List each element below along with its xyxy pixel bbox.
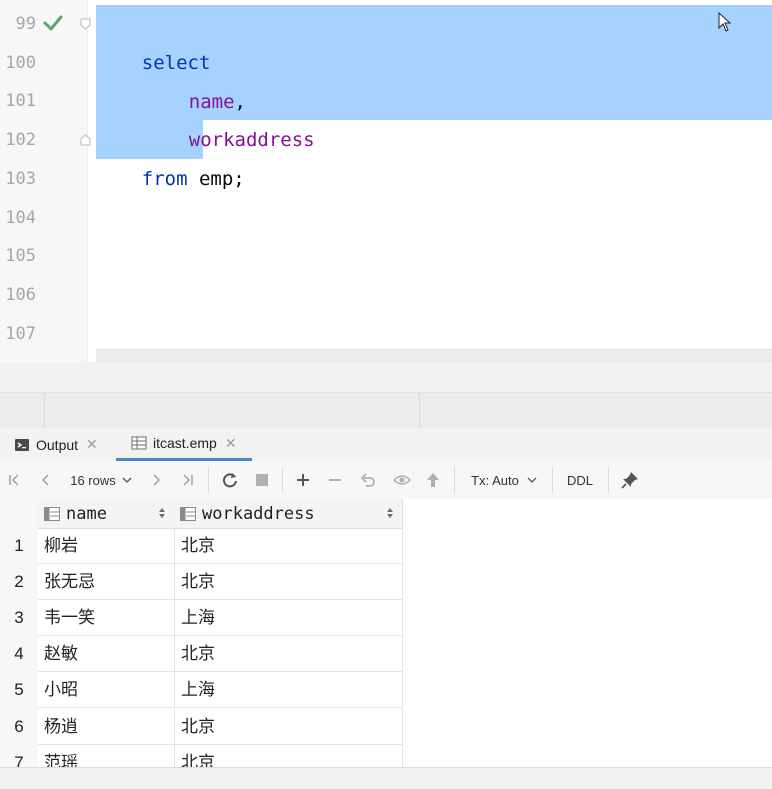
next-page-icon[interactable]	[146, 461, 166, 499]
submit-icon[interactable]	[422, 461, 444, 499]
cell-name[interactable]: 赵敏	[38, 636, 175, 672]
cell-name[interactable]: 杨逍	[38, 709, 175, 745]
delete-row-icon[interactable]	[324, 461, 346, 499]
close-icon[interactable]: ✕	[225, 435, 237, 452]
strip-cell	[44, 393, 420, 429]
result-tabbar: Output ✕ itcast.emp ✕	[0, 428, 772, 462]
column-label: name	[66, 503, 107, 524]
cell-workaddress[interactable]: 上海	[175, 672, 403, 708]
chevron-down-icon	[527, 477, 537, 483]
chevron-down-icon	[122, 477, 132, 483]
sort-icon[interactable]	[158, 507, 166, 519]
fold-start-icon[interactable]	[80, 18, 91, 30]
row-number: 1	[14, 536, 24, 555]
ddl-label: DDL	[566, 472, 593, 488]
line-number: 103	[5, 169, 36, 189]
panel-splitter[interactable]	[0, 362, 772, 429]
row-number: 2	[14, 572, 24, 591]
column-icon	[44, 506, 60, 521]
check-icon[interactable]	[42, 12, 64, 34]
stop-icon[interactable]	[250, 461, 274, 499]
keyword-from: from	[141, 168, 188, 190]
mouse-cursor-icon	[718, 12, 732, 32]
cell-workaddress[interactable]: 北京	[175, 709, 403, 745]
line-number: 99	[15, 14, 36, 34]
tab-itcast-emp[interactable]: itcast.emp ✕	[116, 428, 252, 461]
code-line: from emp;	[96, 122, 245, 190]
cell-name[interactable]: 张无忌	[38, 564, 175, 600]
tab-label: Output	[36, 436, 79, 453]
pin-icon[interactable]	[618, 461, 642, 499]
cell-name[interactable]: 小昭	[38, 672, 175, 708]
line-number: 105	[5, 246, 36, 266]
refresh-icon[interactable]	[218, 461, 242, 499]
sql-editor[interactable]: 99 100 101 102 103 104 105 106 107 selec…	[0, 0, 772, 362]
column-header-workaddress[interactable]: workaddress	[174, 499, 403, 529]
cell-workaddress[interactable]: 上海	[175, 600, 403, 636]
line-number: 106	[5, 285, 36, 305]
row-number: 4	[14, 644, 24, 663]
table-ref: emp;	[187, 168, 245, 190]
column-icon	[180, 506, 196, 521]
services-strip	[0, 392, 772, 429]
row-number: 5	[14, 680, 24, 699]
line-gutter: 99 100 101 102 103 104 105 106 107	[0, 0, 91, 362]
console-icon	[15, 438, 29, 451]
add-row-icon[interactable]	[292, 461, 314, 499]
sort-icon[interactable]	[386, 507, 394, 519]
column-label: workaddress	[202, 503, 315, 524]
row-number: 6	[14, 717, 24, 736]
revert-icon[interactable]	[356, 461, 380, 499]
column-header-name[interactable]: name	[38, 499, 175, 529]
tx-label: Tx: Auto	[471, 472, 519, 488]
tab-label: itcast.emp	[153, 435, 217, 451]
row-number: 3	[14, 608, 24, 627]
line-number: 104	[5, 208, 36, 228]
cell-name[interactable]: 范瑶	[38, 745, 175, 767]
line-number: 102	[5, 130, 36, 150]
rows-label: 16 rows	[70, 472, 116, 488]
cell-workaddress[interactable]: 北京	[175, 745, 403, 767]
line-number: 100	[5, 53, 36, 73]
prev-page-icon[interactable]	[36, 461, 56, 499]
line-number: 107	[5, 324, 36, 344]
result-toolbar: 16 rows Tx: Auto DDL	[0, 461, 772, 500]
rows-dropdown[interactable]: 16 rows	[62, 461, 140, 499]
toolbar-separator	[208, 467, 209, 493]
cell-workaddress[interactable]: 北京	[175, 528, 403, 564]
table-icon	[131, 436, 147, 450]
code-line: name,	[143, 45, 246, 113]
tx-mode-dropdown[interactable]: Tx: Auto	[462, 461, 546, 499]
toolbar-separator	[552, 467, 553, 493]
ddl-button[interactable]: DDL	[560, 461, 600, 499]
cell-name[interactable]: 韦一笑	[38, 600, 175, 636]
tab-output[interactable]: Output ✕	[14, 428, 98, 461]
cell-workaddress[interactable]: 北京	[175, 636, 403, 672]
horizontal-scrollbar[interactable]	[96, 349, 772, 362]
cell-workaddress[interactable]: 北京	[175, 564, 403, 600]
close-icon[interactable]: ✕	[86, 436, 98, 453]
code-line: select	[96, 6, 211, 74]
code-line: workaddress	[143, 83, 315, 151]
status-bar	[0, 767, 772, 789]
line-number: 101	[5, 91, 36, 111]
toolbar-separator	[282, 467, 283, 493]
view-changes-icon[interactable]	[390, 461, 414, 499]
result-grid[interactable]: name workaddress 1 柳岩 北京 2 张无忌 北京 3 韦一笑 …	[0, 499, 772, 767]
row-number: 7	[14, 753, 24, 767]
strip-cell	[0, 393, 45, 429]
first-page-icon[interactable]	[4, 461, 26, 499]
cell-name[interactable]: 柳岩	[38, 528, 175, 564]
toolbar-separator	[454, 467, 455, 493]
last-page-icon[interactable]	[176, 461, 198, 499]
toolbar-separator	[608, 467, 609, 493]
fold-end-icon[interactable]	[80, 134, 91, 146]
